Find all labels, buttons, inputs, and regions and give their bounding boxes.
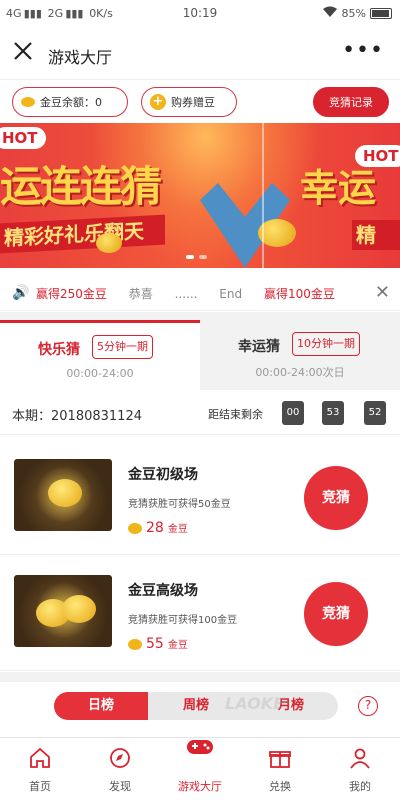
bottom-tab-bar: 首页 发现 游戏大厅 兑换 我的 (0, 737, 400, 800)
close-icon[interactable] (12, 40, 36, 64)
countdown-hours: 00 (282, 401, 304, 425)
ranking-row: 日榜 周榜 月榜 LAOKE ? (0, 682, 400, 734)
wifi-icon (322, 6, 338, 21)
countdown-label: 距结束剩余 (208, 408, 263, 421)
period-badge: 5分钟一期 (92, 335, 153, 359)
home-icon (28, 746, 52, 770)
promo-banner[interactable]: HOT 运连连猜 精彩好礼乐翻天 HOT 幸运 精 (0, 123, 400, 268)
banner-subtitle-right: 精 (352, 220, 400, 250)
close-ticker-icon[interactable]: ✕ (375, 282, 390, 303)
gamepad-icon (184, 730, 216, 762)
winner-ticker: 🔊 赢得250金豆 恭喜 ...... End 赢得100金豆 ✕ (0, 275, 400, 311)
tab-daily[interactable]: 日榜 (54, 692, 148, 720)
speaker-icon: 🔊 (12, 285, 30, 301)
gift-icon (268, 746, 292, 770)
carousel-dots[interactable] (186, 255, 207, 259)
tab-exchange[interactable]: 兑换 (240, 738, 320, 800)
ticker-text: 赢得250金豆 恭喜 ...... End 赢得100金豆 (36, 287, 335, 301)
tab-discover[interactable]: 发现 (80, 738, 160, 800)
guess-button[interactable]: 竞猜 (304, 466, 368, 530)
hot-badge: HOT (0, 127, 46, 149)
issue-number: 本期：20180831124 (12, 409, 142, 424)
bean-image (96, 233, 122, 253)
records-button[interactable]: 竞猜记录 (313, 87, 389, 117)
status-right: 85% (322, 6, 392, 21)
tab-hours: 00:00-24:00 (66, 367, 134, 380)
bean-icon (21, 97, 35, 107)
venue-price: 28 金豆 (128, 520, 188, 536)
battery-icon (370, 8, 392, 19)
balance-pill[interactable]: 金豆余额：0 (12, 87, 128, 117)
venue-card-advanced[interactable]: 金豆高级场 竞猜获胜可获得100金豆 55 金豆 竞猜 (0, 556, 400, 671)
ranking-segmented-control: 日榜 周榜 月榜 (54, 692, 338, 720)
issue-row: 本期：20180831124 距结束剩余 00 53 52 (0, 393, 400, 435)
bean-thumbnail (14, 459, 112, 531)
tab-hours: 00:00-24:00次日 (255, 366, 345, 379)
venue-price: 55 金豆 (128, 636, 188, 652)
venue-card-basic[interactable]: 金豆初级场 竞猜获胜可获得50金豆 28 金豆 竞猜 (0, 440, 400, 555)
tab-lucky-guess[interactable]: 幸运猜 10分钟一期 00:00-24:00次日 (200, 320, 400, 390)
help-icon[interactable]: ? (358, 696, 378, 716)
plus-icon: + (150, 94, 166, 110)
discover-icon (108, 746, 132, 770)
buy-coupon-button[interactable]: + 购券赠豆 (141, 87, 237, 117)
action-row: 金豆余额：0 + 购券赠豆 竞猜记录 (0, 82, 400, 122)
countdown-minutes: 53 (322, 401, 344, 425)
guess-button[interactable]: 竞猜 (304, 582, 368, 646)
more-menu-icon[interactable]: ••• (342, 38, 384, 63)
status-bar: 4G ▮▮▮ 2G ▮▮▮ 0K/s 10:19 85% (0, 0, 400, 28)
bean-thumbnail (14, 575, 112, 647)
period-badge: 10分钟一期 (292, 332, 360, 356)
tab-game-hall[interactable]: 游戏大厅 (160, 738, 240, 800)
tab-happy-guess[interactable]: 快乐猜 5分钟一期 00:00-24:00 (0, 320, 200, 390)
mode-tabs: 快乐猜 5分钟一期 00:00-24:00 幸运猜 10分钟一期 00:00-2… (0, 320, 400, 390)
title-bar: 游戏大厅 ••• (0, 28, 400, 80)
bean-icon (128, 638, 142, 650)
tab-home[interactable]: 首页 (0, 738, 80, 800)
user-icon (348, 746, 372, 770)
bean-icon (128, 522, 142, 534)
banner-headline-right: 幸运 (300, 165, 377, 210)
page-title: 游戏大厅 (48, 48, 113, 67)
tab-mine[interactable]: 我的 (320, 738, 400, 800)
banner-headline-left: 运连连猜 (0, 162, 162, 211)
watermark: LAOKE (225, 694, 285, 713)
countdown-seconds: 52 (364, 401, 386, 425)
